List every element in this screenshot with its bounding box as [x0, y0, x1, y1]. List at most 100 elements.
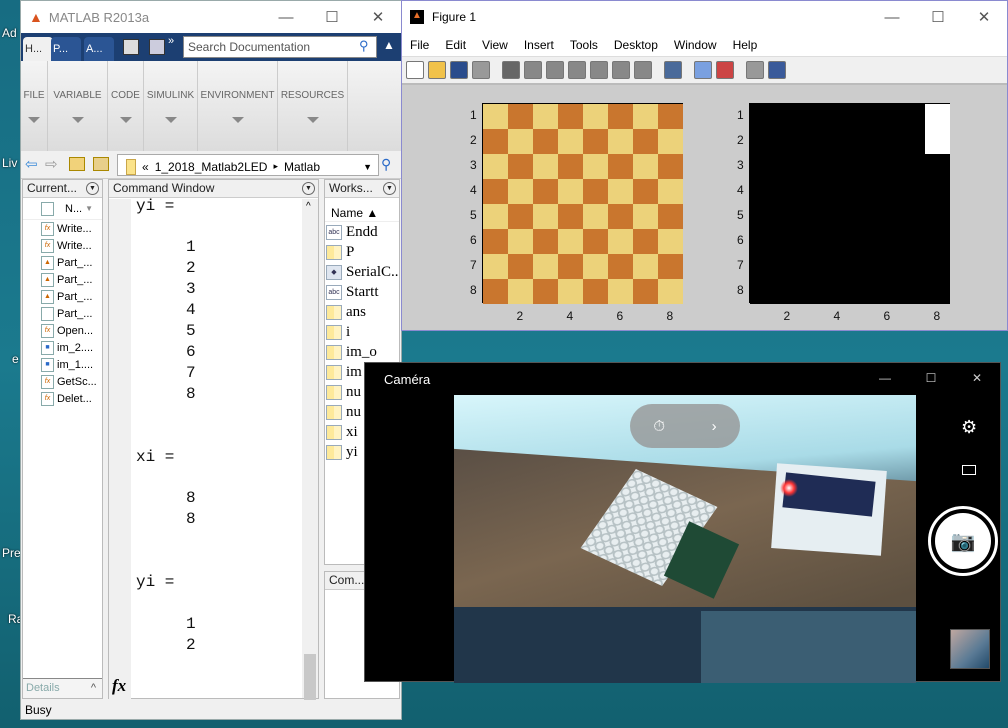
- collapse-toolstrip-icon[interactable]: ▲: [383, 38, 395, 52]
- chevron-right-icon[interactable]: ›: [712, 418, 717, 435]
- file-item[interactable]: ▲ Part_...: [23, 254, 102, 271]
- file-item[interactable]: ■ im_2....: [23, 339, 102, 356]
- toolstrip-simulink[interactable]: SIMULINK: [144, 61, 198, 151]
- more-icon[interactable]: »: [168, 35, 174, 47]
- colorbar-icon[interactable]: [694, 61, 712, 79]
- new-icon[interactable]: [406, 61, 424, 79]
- maximize-button[interactable]: ☐: [309, 1, 355, 33]
- desktop-icon-label[interactable]: Pre: [2, 546, 21, 560]
- toolstrip-file[interactable]: FILE: [21, 61, 48, 151]
- link-icon[interactable]: [664, 61, 682, 79]
- browse-folder-icon[interactable]: [93, 157, 109, 171]
- workspace-variable[interactable]: P: [325, 242, 399, 262]
- minimize-button[interactable]: —: [869, 1, 915, 33]
- menu-tools[interactable]: Tools: [562, 38, 606, 52]
- zoom-out-icon[interactable]: [546, 61, 564, 79]
- panel-menu-icon[interactable]: ▼: [86, 182, 99, 195]
- function-browser-icon[interactable]: fx: [112, 676, 126, 696]
- file-item[interactable]: fx Delet...: [23, 390, 102, 407]
- rotate-icon[interactable]: [590, 61, 608, 79]
- toolstrip-environment[interactable]: ENVIRONMENT: [198, 61, 278, 151]
- legend-icon[interactable]: [716, 61, 734, 79]
- save-icon[interactable]: [450, 61, 468, 79]
- panel-menu-icon[interactable]: ▼: [383, 182, 396, 195]
- layout-icon[interactable]: [149, 39, 165, 55]
- details-panel-toggle[interactable]: Details ^: [23, 678, 102, 698]
- video-icon[interactable]: [962, 465, 976, 475]
- scrollbar[interactable]: ^: [302, 199, 318, 700]
- timer-off-icon[interactable]: ⏱: [653, 418, 665, 435]
- tab-home[interactable]: H...: [23, 37, 53, 61]
- close-button[interactable]: ✕: [355, 1, 401, 33]
- workspace-variable[interactable]: ◆ SerialC...: [325, 262, 399, 282]
- search-documentation-input[interactable]: Search Documentation: [183, 36, 377, 58]
- menu-help[interactable]: Help: [725, 38, 766, 52]
- column-header-name[interactable]: Name ▲: [325, 198, 399, 222]
- shortcut-icon[interactable]: [123, 39, 139, 55]
- current-folder-path[interactable]: « 1_2018_Matlab2LED ▸ Matlab ▼: [117, 154, 379, 176]
- search-folder-icon[interactable]: ⚲: [381, 156, 391, 173]
- panel-menu-icon[interactable]: ▼: [302, 182, 315, 195]
- pointer-icon[interactable]: [502, 61, 520, 79]
- chevron-down-icon[interactable]: ▼: [363, 162, 372, 172]
- close-button[interactable]: ✕: [961, 1, 1007, 33]
- file-item[interactable]: fx GetSc...: [23, 373, 102, 390]
- file-item[interactable]: ■ im_1....: [23, 356, 102, 373]
- back-icon[interactable]: ⇦: [25, 155, 38, 173]
- menu-edit[interactable]: Edit: [437, 38, 474, 52]
- print-icon[interactable]: [472, 61, 490, 79]
- file-item[interactable]: ▲ Part_...: [23, 288, 102, 305]
- menu-window[interactable]: Window: [666, 38, 725, 52]
- forward-icon[interactable]: ⇨: [45, 155, 58, 173]
- zoom-in-icon[interactable]: [524, 61, 542, 79]
- path-segment[interactable]: Matlab: [284, 160, 320, 174]
- last-photo-thumbnail[interactable]: [950, 629, 990, 669]
- file-item[interactable]: Part_...: [23, 305, 102, 322]
- menu-view[interactable]: View: [474, 38, 516, 52]
- scrollbar-thumb[interactable]: [304, 654, 316, 700]
- desktop-icon-label[interactable]: Ad: [2, 26, 17, 40]
- up-folder-icon[interactable]: [69, 157, 85, 171]
- desktop-icon-label[interactable]: e: [12, 352, 19, 366]
- axes-checkerboard[interactable]: [482, 103, 683, 304]
- toolstrip-resources[interactable]: RESOURCES: [278, 61, 348, 151]
- tab-apps[interactable]: A...: [84, 37, 114, 61]
- workspace-variable[interactable]: ans: [325, 302, 399, 322]
- column-header[interactable]: N... ▼: [23, 198, 102, 220]
- maximize-button[interactable]: ☐: [915, 1, 961, 33]
- settings-icon[interactable]: ⚙: [961, 417, 977, 438]
- workspace-variable[interactable]: i: [325, 322, 399, 342]
- file-item[interactable]: fx Write...: [23, 237, 102, 254]
- timer-control[interactable]: ⏱ ›: [630, 404, 740, 448]
- show-plot-tools-icon[interactable]: [768, 61, 786, 79]
- menu-desktop[interactable]: Desktop: [606, 38, 666, 52]
- menu-file[interactable]: File: [402, 38, 437, 52]
- file-item[interactable]: fx Write...: [23, 220, 102, 237]
- pan-icon[interactable]: [568, 61, 586, 79]
- tab-plots[interactable]: P...: [51, 37, 81, 61]
- brush-icon[interactable]: [634, 61, 652, 79]
- path-segment[interactable]: 1_2018_Matlab2LED: [155, 160, 268, 174]
- file-item[interactable]: fx Open...: [23, 322, 102, 339]
- x-tick-label: 6: [883, 309, 891, 323]
- workspace-variable[interactable]: im_o: [325, 342, 399, 362]
- toolstrip-code[interactable]: CODE: [108, 61, 144, 151]
- path-overflow[interactable]: «: [142, 160, 149, 174]
- workspace-variable[interactable]: abc Endd: [325, 222, 399, 242]
- path-separator[interactable]: ▸: [273, 161, 278, 172]
- file-item[interactable]: ▲ Part_...: [23, 271, 102, 288]
- close-button[interactable]: ✕: [954, 363, 1000, 393]
- maximize-button[interactable]: ☐: [908, 363, 954, 393]
- desktop-icon-label[interactable]: Liv: [2, 156, 17, 170]
- minimize-button[interactable]: —: [263, 1, 309, 33]
- open-icon[interactable]: [428, 61, 446, 79]
- minimize-button[interactable]: —: [862, 363, 908, 393]
- axes-led-matrix[interactable]: [749, 103, 950, 304]
- data-cursor-icon[interactable]: [612, 61, 630, 79]
- workspace-variable[interactable]: abc Startt: [325, 282, 399, 302]
- search-icon[interactable]: ⚲: [359, 38, 369, 54]
- hide-plot-tools-icon[interactable]: [746, 61, 764, 79]
- menu-insert[interactable]: Insert: [516, 38, 562, 52]
- toolstrip-variable[interactable]: VARIABLE: [48, 61, 108, 151]
- photo-capture-button[interactable]: 📷: [928, 506, 998, 576]
